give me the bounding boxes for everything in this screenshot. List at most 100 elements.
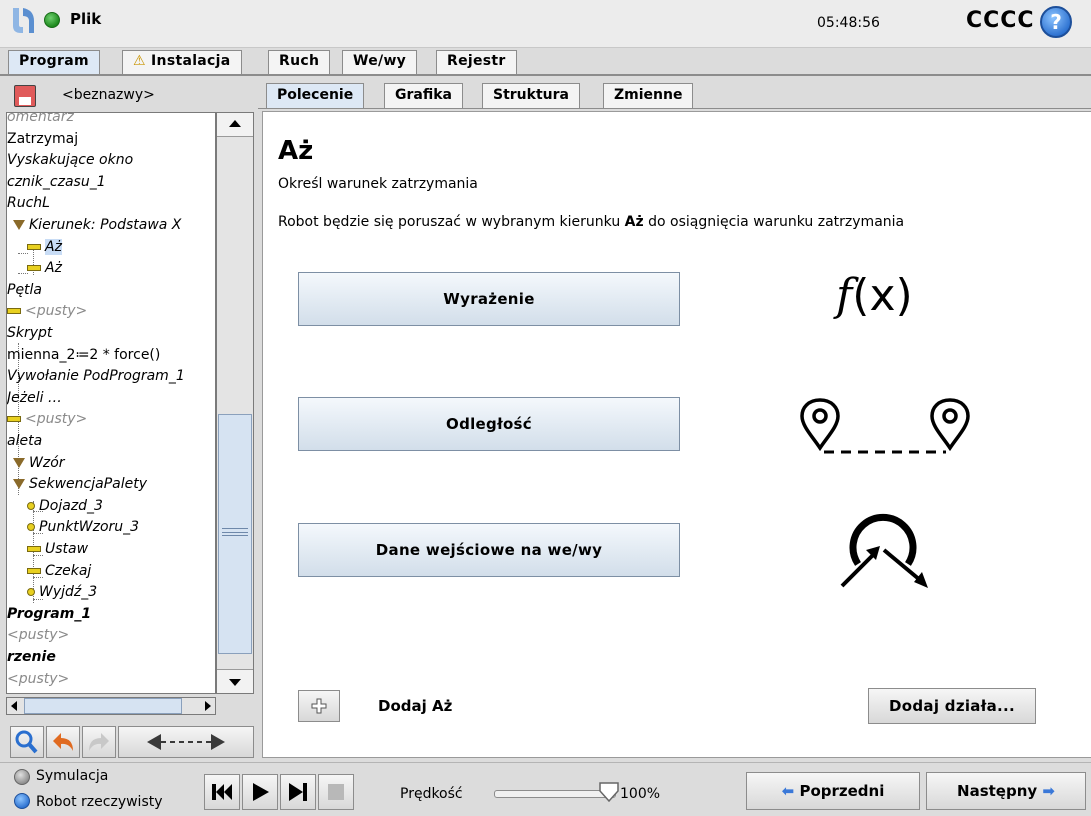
- tree-node[interactable]: Aż: [27, 258, 62, 278]
- simulation-radio[interactable]: [14, 769, 30, 785]
- tree-node[interactable]: SekwencjaPalety: [13, 474, 147, 494]
- node-bar-icon: [27, 567, 41, 574]
- tree-node[interactable]: Vyskakujące okno: [7, 150, 133, 170]
- tree-node[interactable]: omentarz: [7, 113, 74, 127]
- add-action-button[interactable]: Dodaj działa...: [868, 688, 1036, 724]
- arrow-down-icon: [229, 679, 241, 686]
- tree-node[interactable]: Jeżeli …: [7, 388, 62, 408]
- expand-triangle-icon: [13, 457, 25, 468]
- tree-node[interactable]: RuchL: [7, 193, 50, 213]
- arrow-right-icon: ➡: [1042, 782, 1055, 800]
- tab-divider: [0, 74, 1091, 76]
- help-icon[interactable]: ?: [1040, 6, 1072, 38]
- next-button[interactable]: Następny ➡: [926, 772, 1086, 810]
- scroll-down-button[interactable]: [217, 669, 253, 693]
- tree-node[interactable]: rzenie: [7, 647, 56, 667]
- move-node-button[interactable]: [118, 726, 254, 758]
- undo-icon: [53, 733, 73, 751]
- tab-command[interactable]: Polecenie: [266, 83, 365, 109]
- search-button[interactable]: [10, 726, 44, 758]
- tree-node[interactable]: Program_1: [7, 604, 91, 624]
- tree-node[interactable]: Czekaj: [27, 561, 91, 581]
- page-description: Robot będzie się poruszać w wybranym kie…: [278, 214, 905, 230]
- grip-icon: [222, 528, 248, 536]
- expand-triangle-icon: [13, 220, 25, 230]
- clock: 05:48:56: [817, 15, 880, 31]
- tab-graphics[interactable]: Grafika: [384, 83, 463, 109]
- status-dot-icon: [44, 12, 60, 28]
- play-icon: [253, 783, 269, 801]
- add-until-button[interactable]: [298, 690, 340, 722]
- speed-value: 100%: [620, 786, 661, 802]
- ur-logo-icon: [13, 8, 34, 33]
- node-bar-icon: [7, 308, 21, 315]
- real-robot-label: Robot rzeczywisty: [36, 794, 163, 810]
- tab-move[interactable]: Ruch: [268, 50, 331, 74]
- stop-button[interactable]: [318, 774, 354, 810]
- tree-node[interactable]: <pusty>: [7, 301, 87, 321]
- distance-icon: [800, 398, 970, 454]
- real-robot-radio[interactable]: [14, 793, 30, 809]
- tab-program[interactable]: Program: [8, 50, 100, 76]
- tree-node[interactable]: Vywołanie PodProgram_1: [7, 366, 185, 386]
- io-input-button[interactable]: Dane wejściowe na we/wy: [298, 523, 680, 577]
- expand-triangle-icon: [13, 479, 25, 490]
- arrow-up-icon: [229, 120, 241, 127]
- redo-icon: [89, 733, 109, 751]
- program-tree[interactable]: omentarz Zatrzymaj Vyskakujące okno cznik_c…: [6, 112, 216, 694]
- tree-node[interactable]: Wzór: [13, 453, 65, 473]
- play-button[interactable]: [242, 774, 278, 810]
- step-button[interactable]: [280, 774, 316, 810]
- add-until-label: Dodaj Aż: [378, 697, 453, 715]
- warning-icon: ⚠: [133, 53, 146, 69]
- expression-button[interactable]: Wyrażenie: [298, 272, 680, 326]
- tree-node[interactable]: <pusty>: [7, 409, 87, 429]
- tree-node[interactable]: <pusty>: [7, 669, 69, 689]
- title-bar: [0, 0, 1091, 48]
- tree-node[interactable]: Zatrzymaj: [7, 129, 78, 149]
- program-name: <beznazwy>: [62, 87, 155, 103]
- arrow-left-icon: ⬅: [781, 782, 795, 800]
- file-menu[interactable]: Plik: [70, 10, 101, 28]
- tab-log[interactable]: Rejestr: [436, 50, 517, 74]
- search-icon: [15, 730, 38, 754]
- tab-variables[interactable]: Zmienne: [603, 83, 694, 109]
- tree-node[interactable]: Wyjdź_3: [27, 582, 97, 602]
- skip-back-icon: [212, 784, 232, 800]
- tab-io[interactable]: We/wy: [342, 50, 418, 74]
- node-bar-icon: [27, 243, 41, 250]
- speed-slider-handle[interactable]: [598, 781, 620, 803]
- hscrollbar-thumb[interactable]: [24, 698, 182, 714]
- arrow-left-icon: [11, 701, 17, 711]
- stop-icon: [328, 784, 344, 800]
- plus-icon: [311, 698, 327, 714]
- node-bar-icon: [27, 265, 41, 272]
- save-icon[interactable]: [14, 85, 36, 107]
- waypoint-icon: [27, 588, 35, 597]
- tree-node[interactable]: Pętla: [7, 280, 42, 300]
- tab-structure[interactable]: Struktura: [482, 83, 580, 109]
- tree-node[interactable]: mienna_2≔2 * force(): [7, 345, 160, 365]
- tree-node[interactable]: <pusty>: [7, 625, 69, 645]
- tree-node[interactable]: Kierunek: Podstawa X: [13, 215, 181, 235]
- tree-node[interactable]: aleta: [7, 431, 42, 451]
- tree-node[interactable]: Dojazd_3: [27, 496, 103, 516]
- node-bar-icon: [27, 546, 41, 552]
- distance-button[interactable]: Odległość: [298, 397, 680, 451]
- arrow-right-icon: [205, 701, 211, 711]
- previous-button[interactable]: ⬅ Poprzedni: [746, 772, 920, 810]
- undo-button[interactable]: [46, 726, 80, 758]
- tree-node[interactable]: Aż: [27, 237, 62, 257]
- tree-node[interactable]: PunktWzoru_3: [27, 517, 139, 537]
- scroll-up-button[interactable]: [217, 113, 253, 137]
- node-bar-icon: [7, 416, 21, 423]
- waypoint-icon: [27, 501, 35, 510]
- simulation-label: Symulacja: [36, 768, 109, 784]
- tree-node[interactable]: cznik_czasu_1: [7, 172, 106, 192]
- redo-button[interactable]: [82, 726, 116, 758]
- waypoint-icon: [27, 523, 35, 532]
- tree-node[interactable]: Ustaw: [27, 539, 88, 559]
- skip-back-button[interactable]: [204, 774, 240, 810]
- tree-node[interactable]: Skrypt: [7, 323, 52, 343]
- tab-installation[interactable]: ⚠ Instalacja: [122, 50, 242, 74]
